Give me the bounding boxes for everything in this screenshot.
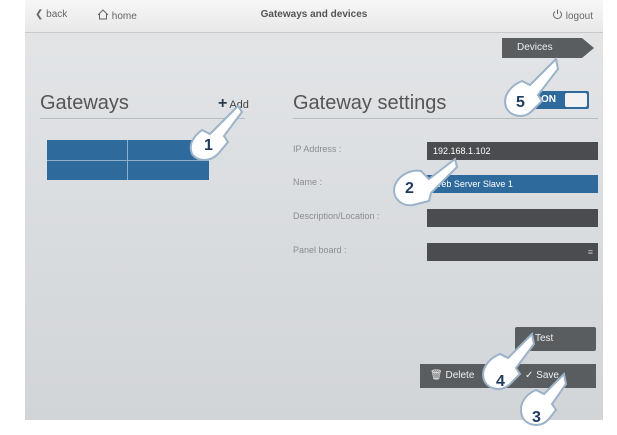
top-bar: ❮ back home Gateways and devices logout (25, 0, 603, 33)
ip-address-label: IP Address : (293, 144, 342, 154)
gateways-title: Gateways (40, 92, 129, 114)
callout-number-2: 2 (405, 180, 414, 197)
panel-board-select[interactable]: ≡ (427, 243, 598, 261)
callout-hand-icon-1: 1 (189, 104, 244, 161)
gateway-list-column-divider (127, 140, 128, 180)
trash-icon: 🗑 (430, 370, 446, 381)
callout-number-5: 5 (516, 94, 525, 111)
callout-hand-icon-4: 4 (482, 331, 536, 390)
logout-label: logout (565, 11, 593, 22)
page-title: Gateways and devices (260, 9, 368, 20)
callout-number-4: 4 (496, 373, 505, 390)
callout-hand-icon-5: 5 (504, 56, 560, 117)
gateway-settings-title: Gateway settings (293, 92, 447, 114)
callout-hand-icon-2: 2 (393, 157, 459, 207)
panel-board-label: Panel board : (293, 245, 347, 255)
toggle-knob (565, 93, 587, 107)
description-label: Description/Location : (293, 211, 380, 221)
logout-button[interactable]: logout (552, 9, 593, 22)
callout-number-1: 1 (204, 137, 213, 154)
name-label: Name : (293, 177, 323, 187)
menu-icon: ≡ (587, 247, 593, 257)
callout-number-3: 3 (532, 409, 541, 426)
power-icon (552, 9, 562, 20)
